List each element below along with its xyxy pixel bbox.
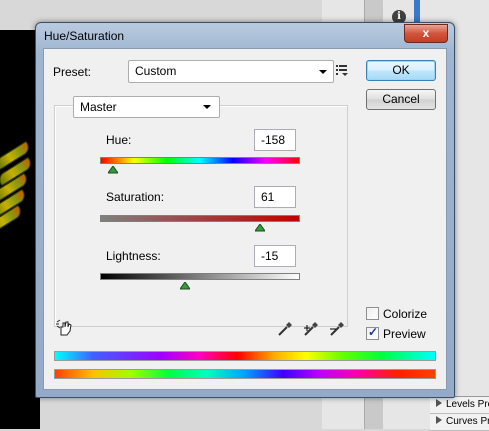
preview-label[interactable]: Preview — [383, 327, 426, 341]
eyedropper-plus-icon[interactable] — [303, 319, 321, 337]
panel-row-label: Levels Pres — [446, 399, 489, 410]
close-button[interactable]: x — [404, 24, 448, 43]
hue-saturation-dialog: Hue/Saturation x Preset: Custom OK Cance… — [35, 22, 455, 398]
saturation-label: Saturation: — [106, 190, 165, 204]
panel-row-levels[interactable]: Levels Pres — [430, 397, 489, 414]
list-menu-icon[interactable] — [336, 64, 350, 76]
hue-input[interactable]: -158 — [254, 129, 296, 151]
saturation-value: 61 — [261, 190, 275, 204]
eyedropper-icon[interactable] — [277, 319, 295, 337]
hue-label: Hue: — [106, 133, 132, 147]
lightness-slider-track[interactable] — [100, 273, 300, 280]
panel-row-curves[interactable]: Curves Pre — [430, 414, 489, 431]
hue-slider-track[interactable] — [100, 157, 300, 164]
eyedropper-minus-icon[interactable] — [329, 319, 347, 337]
chevron-down-icon — [203, 105, 211, 109]
cancel-button[interactable]: Cancel — [366, 89, 436, 110]
chevron-down-icon — [319, 70, 327, 74]
colorize-label[interactable]: Colorize — [383, 307, 427, 321]
checkmark-icon: ✓ — [368, 325, 379, 339]
channel-select[interactable]: Master — [73, 96, 220, 118]
lightness-label: Lightness: — [106, 249, 161, 263]
preset-value: Custom — [135, 64, 177, 78]
adjustment-presets-list: Levels Pres Curves Pre — [430, 396, 489, 431]
output-spectrum-bar — [54, 369, 436, 379]
preview-checkbox[interactable]: ✓ — [366, 325, 379, 340]
panel-row-label: Curves Pre — [446, 416, 489, 427]
dialog-body: Preset: Custom OK Cancel Master Hue: -15… — [43, 48, 447, 390]
document-canvas — [0, 30, 40, 429]
hue-value: -158 — [261, 133, 286, 147]
ok-button[interactable]: OK — [366, 60, 436, 81]
hand-target-icon[interactable] — [56, 319, 74, 337]
dialog-title: Hue/Saturation — [44, 29, 125, 43]
expand-triangle-icon[interactable] — [436, 416, 442, 424]
title-bar[interactable]: Hue/Saturation x — [36, 23, 454, 47]
channel-value: Master — [80, 100, 117, 114]
lightness-value: -15 — [261, 249, 279, 263]
saturation-input[interactable]: 61 — [254, 186, 296, 208]
saturation-slider-track[interactable] — [100, 215, 300, 222]
colorize-checkbox[interactable] — [366, 307, 379, 320]
input-spectrum-bar — [54, 351, 436, 361]
preset-select[interactable]: Custom — [128, 60, 334, 83]
expand-triangle-icon[interactable] — [436, 399, 442, 407]
preset-label: Preset: — [53, 65, 92, 79]
lightness-input[interactable]: -15 — [254, 245, 296, 267]
